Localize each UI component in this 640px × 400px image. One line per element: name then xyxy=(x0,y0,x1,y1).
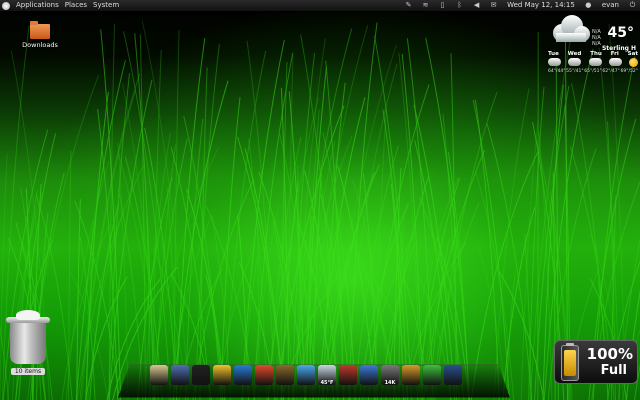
cloud-icon xyxy=(568,58,582,66)
grass-pattern xyxy=(0,20,640,400)
cloud-icon xyxy=(588,58,602,66)
weather-icon[interactable]: 45°F xyxy=(318,365,336,386)
cloud-icon xyxy=(548,58,561,66)
forecast-days: Tue Wed Thu Fri Sat xyxy=(548,51,638,57)
video-icon[interactable] xyxy=(339,365,357,385)
package-icon[interactable] xyxy=(171,365,189,385)
clock[interactable]: Wed May 12, 14:15 xyxy=(507,0,575,11)
user-icon: ● xyxy=(585,1,592,9)
globe-icon[interactable] xyxy=(234,365,252,385)
trash-label: 10 items xyxy=(10,368,46,375)
distro-logo-icon[interactable] xyxy=(2,2,10,10)
volume-icon[interactable]: ◀ xyxy=(473,2,480,9)
download-icon[interactable]: 14K xyxy=(381,365,399,386)
forecast-day: Tue xyxy=(548,51,559,57)
forecast-day: Thu xyxy=(590,51,602,57)
files-icon[interactable] xyxy=(213,365,231,385)
forecast-range: 64°/44° xyxy=(548,69,566,74)
menu-system[interactable]: System xyxy=(93,0,119,11)
forecast-icons xyxy=(548,58,638,67)
user-name[interactable]: evan xyxy=(602,0,619,11)
forecast-day: Fri xyxy=(610,51,619,57)
current-temperature: 45° xyxy=(607,25,634,41)
bluetooth-icon[interactable]: ᛒ xyxy=(456,2,463,9)
main-menu: Applications Places System xyxy=(2,0,119,11)
grass-blade xyxy=(374,108,387,400)
dock-item-label: 14K xyxy=(384,380,396,386)
dock: 45°F 14K xyxy=(150,365,462,386)
forecast-range: 65°/51° xyxy=(584,69,602,74)
notes-icon[interactable]: ✎ xyxy=(405,2,412,9)
folder-icon xyxy=(30,21,50,39)
top-panel: Applications Places System ✎ ≋ ▯ ᛒ ◀ ✉ W… xyxy=(0,0,640,12)
chat-icon[interactable] xyxy=(297,365,315,385)
grass-blade xyxy=(470,151,539,400)
grass-blade xyxy=(493,88,530,400)
clapper-icon[interactable] xyxy=(360,365,378,385)
trash-icon xyxy=(6,310,50,364)
weather-detail-3: N/A xyxy=(592,41,601,47)
battery-icon xyxy=(561,343,579,381)
downloads-label: Downloads xyxy=(22,41,58,49)
menu-places[interactable]: Places xyxy=(65,0,87,11)
system-tray: ✎ ≋ ▯ ᛒ ◀ ✉ Wed May 12, 14:15 ● evan ⏻ xyxy=(405,0,636,11)
menu-applications[interactable]: Applications xyxy=(16,0,59,11)
cloud-icon xyxy=(608,58,622,66)
forecast-range: 55°/41° xyxy=(566,69,584,74)
forecast-ranges: 64°/44° 55°/41° 65°/51° 62°/47° 69°/52° xyxy=(548,69,638,74)
grass-blade xyxy=(406,38,434,400)
trash[interactable]: 10 items xyxy=(4,310,52,375)
grass-blade xyxy=(85,91,109,400)
battery-tray-icon[interactable]: ▯ xyxy=(439,2,446,9)
cloud-icon xyxy=(553,15,590,42)
forecast-day: Sat xyxy=(627,51,638,57)
dock-item-label: 45°F xyxy=(320,380,334,386)
battery-icon[interactable] xyxy=(423,365,441,385)
forecast-day: Wed xyxy=(567,51,582,57)
mail-icon[interactable]: ✉ xyxy=(490,2,497,9)
grass-blade xyxy=(194,43,220,400)
sun-icon xyxy=(629,58,638,67)
archive-icon[interactable] xyxy=(402,365,420,385)
forecast-range: 62°/47° xyxy=(602,69,620,74)
battery-percent: 100% xyxy=(586,345,633,363)
cursor-icon[interactable] xyxy=(444,365,462,385)
weather-details: N/A N/A N/A xyxy=(592,29,601,47)
battery-state: Full xyxy=(600,363,627,378)
grass-blade xyxy=(134,33,155,400)
wifi-icon[interactable]: ≋ xyxy=(422,2,429,9)
grass-blade xyxy=(434,92,498,400)
grass-blade xyxy=(413,104,456,400)
weather-widget[interactable]: N/A N/A N/A 45° Sterling H Tue Wed Thu F… xyxy=(548,13,638,83)
chrome-icon[interactable] xyxy=(255,365,273,385)
terminal-icon[interactable] xyxy=(192,365,210,385)
phone-icon[interactable] xyxy=(276,365,294,385)
desktop-wallpaper xyxy=(0,0,640,400)
grass-blade xyxy=(524,233,532,400)
downloads-folder[interactable]: Downloads xyxy=(16,21,64,49)
text-editor-icon[interactable] xyxy=(150,365,168,385)
battery-widget[interactable]: 100% Full xyxy=(554,340,638,384)
grass-blade xyxy=(305,66,327,400)
grass-blade xyxy=(292,28,353,400)
power-icon[interactable]: ⏻ xyxy=(629,2,636,9)
forecast-range: 69°/52° xyxy=(620,69,638,74)
